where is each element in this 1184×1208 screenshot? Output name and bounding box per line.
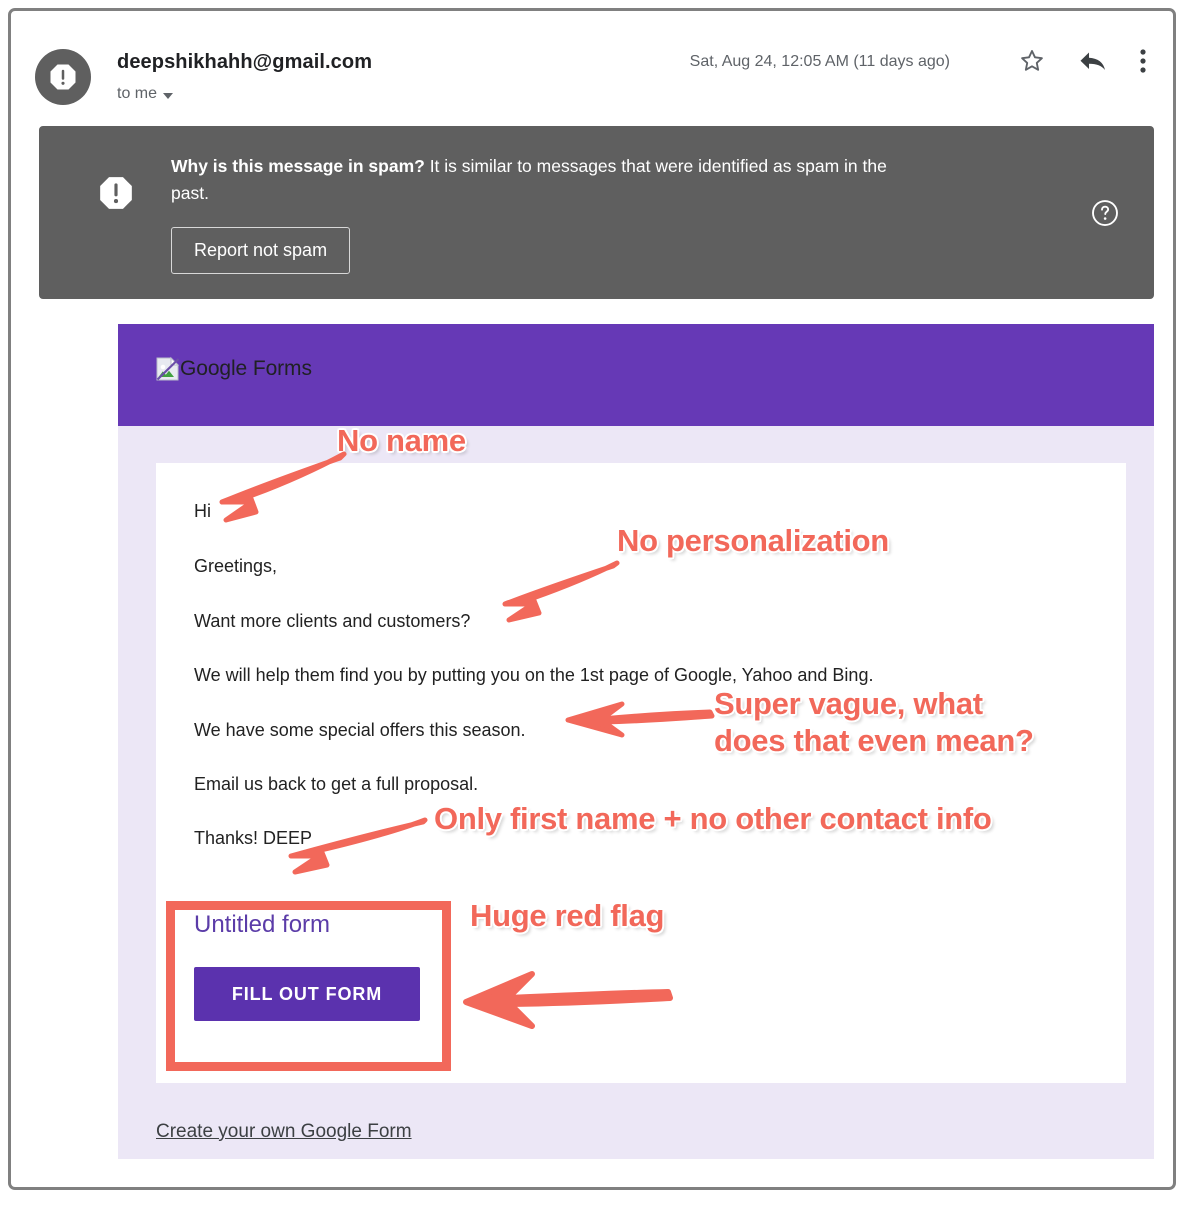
body-line-call-to-action: Email us back to get a full proposal.: [194, 774, 479, 794]
broken-image-placeholder: Google Forms: [156, 356, 312, 382]
spam-banner-text: Why is this message in spam? It is simil…: [171, 153, 911, 207]
email-body-container: Google Forms Hi Greetings, Want more cli…: [118, 324, 1154, 1159]
google-form-card: Untitled form FILL OUT FORM: [186, 903, 440, 1055]
spam-banner-question: Why is this message in spam?: [171, 156, 425, 176]
body-line-special-offers: We have some special offers this season.: [194, 720, 526, 740]
sender-email[interactable]: deepshikhahh@gmail.com: [117, 51, 372, 74]
email-signature: Thanks! DEEP: [194, 828, 313, 848]
body-line-greetings: Greetings,: [194, 556, 278, 576]
body-line-greeting-hi: Hi: [194, 501, 211, 521]
reply-arrow-icon[interactable]: [1078, 48, 1108, 74]
help-circle-icon[interactable]: [1090, 198, 1120, 228]
star-outline-icon[interactable]: [1018, 47, 1046, 75]
kebab-menu-icon[interactable]: [1140, 48, 1146, 74]
body-line-question: Want more clients and customers?: [194, 611, 471, 631]
broken-image-alt-text: Google Forms: [180, 357, 312, 380]
create-your-own-form-link[interactable]: Create your own Google Form: [156, 1121, 412, 1143]
email-content-card: Hi Greetings, Want more clients and cust…: [156, 463, 1126, 1083]
fill-out-form-button[interactable]: FILL OUT FORM: [194, 967, 420, 1021]
body-line-seo-claim: We will help them find you by putting yo…: [194, 665, 874, 685]
message-window-frame: deepshikhahh@gmail.com to me Sat, Aug 24…: [8, 8, 1176, 1190]
chevron-down-icon: [163, 92, 174, 99]
message-header: deepshikhahh@gmail.com to me Sat, Aug 24…: [25, 23, 1160, 105]
google-forms-hero-banner: Google Forms: [118, 324, 1154, 426]
broken-image-icon: [156, 356, 180, 382]
header-actions: [1018, 47, 1146, 75]
message-date: Sat, Aug 24, 12:05 AM (11 days ago): [689, 53, 950, 70]
spam-octagon-icon: [48, 62, 78, 92]
spam-octagon-icon: [97, 174, 135, 217]
recipient-label: to me: [117, 85, 158, 102]
report-not-spam-button[interactable]: Report not spam: [171, 227, 351, 274]
sender-avatar: [35, 49, 91, 105]
form-title: Untitled form: [194, 911, 331, 938]
recipient-dropdown[interactable]: to me: [117, 85, 174, 103]
spam-warning-banner: Why is this message in spam? It is simil…: [39, 126, 1154, 299]
screenshot-root: deepshikhahh@gmail.com to me Sat, Aug 24…: [0, 0, 1184, 1208]
